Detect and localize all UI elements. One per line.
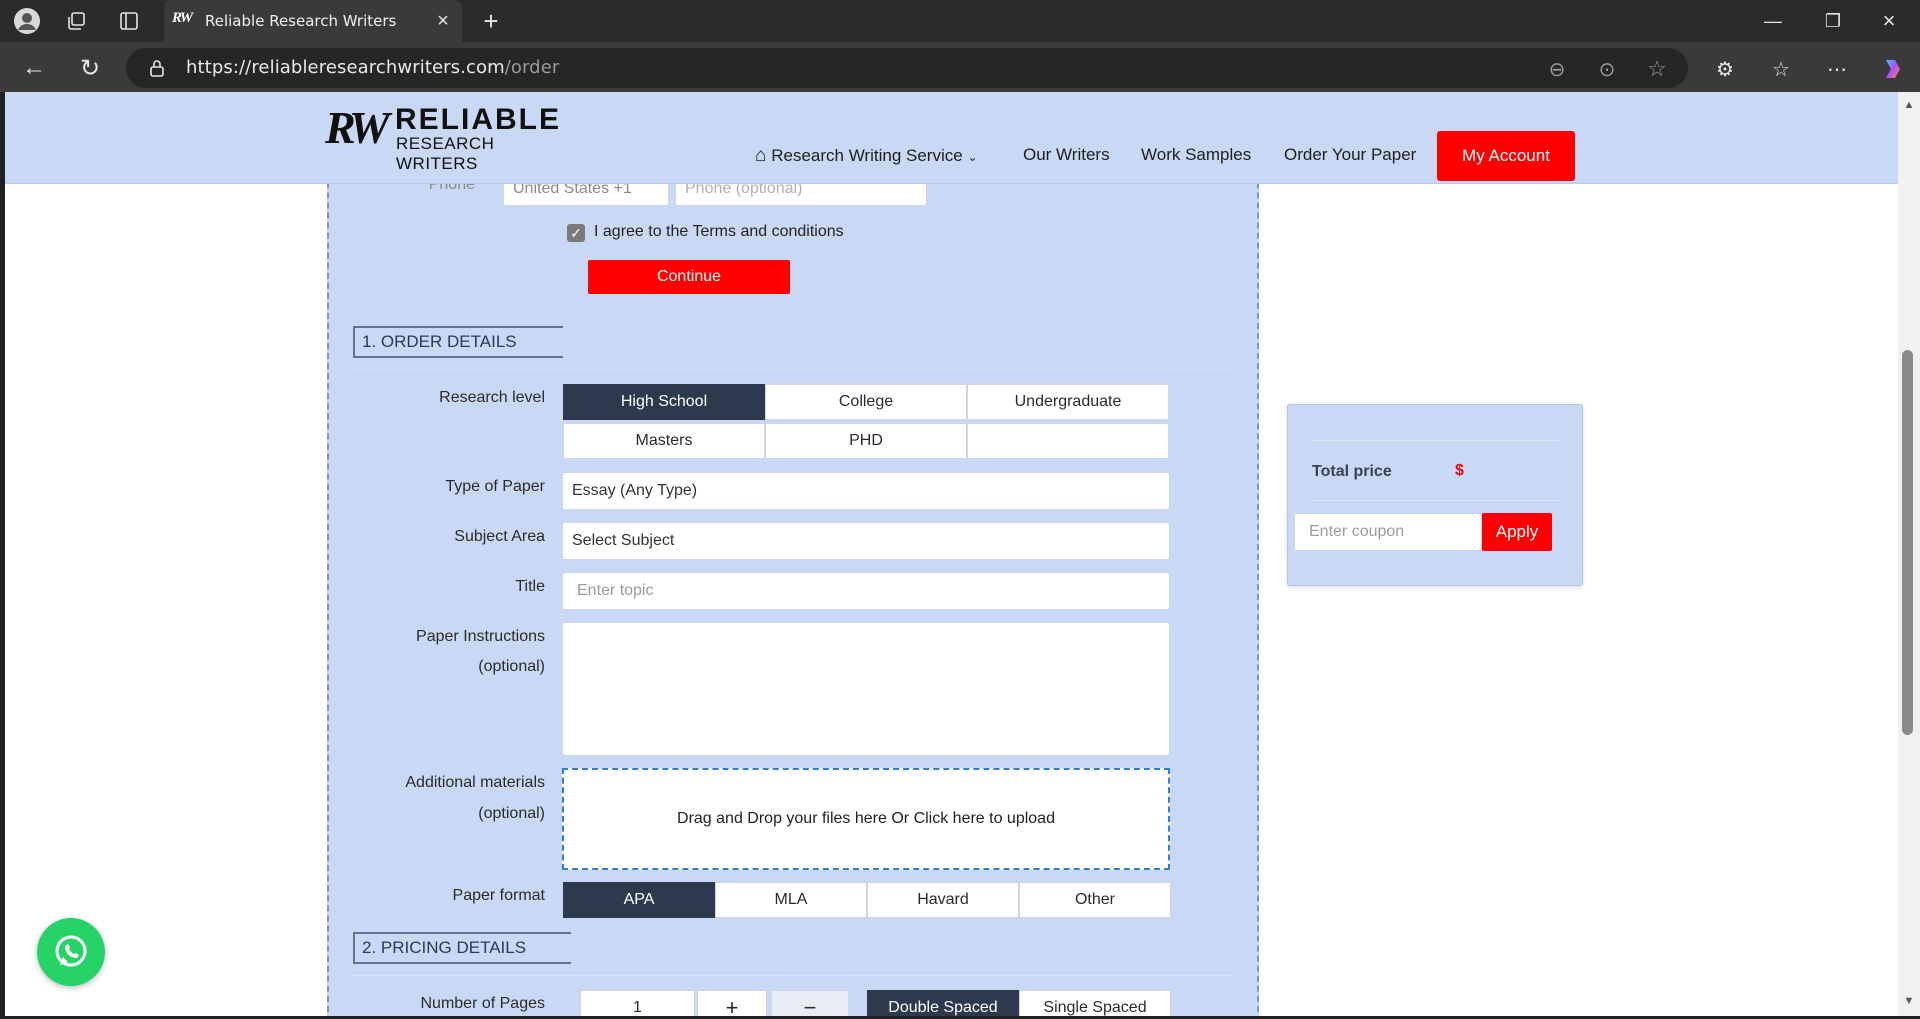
paper-instructions-textarea[interactable] <box>562 622 1170 756</box>
paper-instructions-optional: (optional) <box>478 658 545 675</box>
logo-line1: RELIABLE <box>395 103 561 136</box>
spacing-double[interactable]: Double Spaced <box>867 990 1019 1016</box>
total-price-value: $ <box>1455 462 1464 479</box>
workspaces-icon[interactable] <box>64 8 90 34</box>
my-account-button[interactable]: My Account <box>1437 131 1575 181</box>
level-empty-cell <box>967 423 1169 459</box>
logo-mark: RW <box>325 102 390 153</box>
tab-title: Reliable Research Writers <box>205 12 397 30</box>
level-masters[interactable]: Masters <box>563 423 765 459</box>
level-high-school[interactable]: High School <box>563 384 765 420</box>
paper-format-label: Paper format <box>452 887 545 904</box>
level-college[interactable]: College <box>765 384 967 420</box>
scroll-up-icon[interactable]: ▲ <box>1900 98 1918 112</box>
refresh-icon[interactable]: ↻ <box>76 54 104 82</box>
order-details-section-title: 1. ORDER DETAILS <box>353 326 563 358</box>
minimize-icon[interactable]: — <box>1750 8 1796 34</box>
reading-mode-icon[interactable]: ⊙ <box>1594 56 1620 82</box>
profile-icon[interactable] <box>12 6 42 36</box>
copilot-icon[interactable] <box>1878 54 1908 84</box>
paper-type-select[interactable]: Essay (Any Type) <box>562 472 1170 510</box>
scrollbar-thumb[interactable] <box>1902 350 1913 735</box>
section-divider <box>353 369 1233 370</box>
pages-minus-button[interactable]: − <box>771 990 849 1016</box>
pages-input[interactable]: 1 <box>580 990 695 1016</box>
additional-materials-label: Additional materials <box>405 774 545 791</box>
coupon-input[interactable]: Enter coupon <box>1294 513 1482 551</box>
favorites-icon[interactable]: ☆ <box>1768 56 1794 82</box>
extensions-icon[interactable]: ⚙ <box>1712 56 1738 82</box>
nav-order-your-paper[interactable]: Order Your Paper <box>1284 145 1416 165</box>
format-other[interactable]: Other <box>1019 882 1171 918</box>
summary-divider <box>1312 500 1560 501</box>
subject-area-select[interactable]: Select Subject <box>562 522 1170 560</box>
whatsapp-icon <box>55 935 87 967</box>
spacing-single[interactable]: Single Spaced <box>1019 990 1171 1016</box>
tab-favicon: RW <box>172 10 193 26</box>
close-tab-icon[interactable]: × <box>432 10 454 32</box>
nav-service-label: Research Writing Service <box>771 146 963 165</box>
restore-icon[interactable]: ❐ <box>1810 8 1856 34</box>
favorite-star-icon[interactable]: ☆ <box>1644 56 1670 82</box>
file-upload-dropzone[interactable]: Drag and Drop your files here Or Click h… <box>562 768 1170 870</box>
terms-checkbox[interactable]: ✓ <box>567 224 585 242</box>
paper-instructions-label: Paper Instructions <box>416 628 545 645</box>
back-icon[interactable]: ← <box>20 54 48 82</box>
continue-button[interactable]: Continue <box>588 260 790 294</box>
subject-area-label: Subject Area <box>454 528 545 545</box>
page-viewport: RW RELIABLE RESEARCH WRITERS ⌂ Research … <box>5 92 1898 1016</box>
terms-label[interactable]: I agree to the Terms and conditions <box>594 223 844 241</box>
more-menu-icon[interactable]: ⋯ <box>1824 56 1850 82</box>
nav-research-writing-service[interactable]: ⌂ Research Writing Service ⌄ <box>755 145 978 167</box>
level-phd[interactable]: PHD <box>765 423 967 459</box>
lock-icon[interactable] <box>148 58 166 78</box>
scroll-down-icon[interactable]: ▼ <box>1900 994 1918 1008</box>
vertical-tabs-icon[interactable] <box>116 8 142 34</box>
url-host: https://reliableresearchwriters.com <box>186 57 505 78</box>
title-label: Title <box>515 578 545 595</box>
price-summary-card: Total price $ Enter coupon Apply <box>1287 404 1583 586</box>
pricing-details-section-title: 2. PRICING DETAILS <box>353 932 571 964</box>
new-tab-icon[interactable]: + <box>478 6 504 36</box>
section-divider <box>353 975 1233 976</box>
format-mla[interactable]: MLA <box>715 882 867 918</box>
url-path: /order <box>504 57 560 78</box>
nav-our-writers[interactable]: Our Writers <box>1023 145 1110 165</box>
zoom-out-icon[interactable]: ⊖ <box>1544 56 1570 82</box>
logo-line2: RESEARCH WRITERS <box>396 134 495 173</box>
url-text[interactable]: https://reliableresearchwriters.com/orde… <box>186 57 559 78</box>
nav-work-samples[interactable]: Work Samples <box>1141 145 1251 165</box>
format-apa[interactable]: APA <box>563 882 715 918</box>
home-icon: ⌂ <box>755 145 767 166</box>
level-undergraduate[interactable]: Undergraduate <box>967 384 1169 420</box>
pages-plus-button[interactable]: + <box>697 990 767 1016</box>
site-logo[interactable]: RW RELIABLE RESEARCH WRITERS <box>325 102 565 174</box>
apply-coupon-button[interactable]: Apply <box>1482 513 1552 551</box>
whatsapp-chat-button[interactable] <box>37 918 105 986</box>
summary-divider <box>1312 440 1560 441</box>
title-input[interactable]: Enter topic <box>562 572 1170 610</box>
pages-label: Number of Pages <box>420 995 545 1012</box>
site-header: RW RELIABLE RESEARCH WRITERS ⌂ Research … <box>5 92 1898 184</box>
close-window-icon[interactable]: × <box>1866 8 1912 34</box>
paper-type-label: Type of Paper <box>445 478 545 495</box>
total-price-label: Total price <box>1312 463 1392 480</box>
chevron-down-icon: ⌄ <box>967 150 978 164</box>
research-level-label: Research level <box>439 389 545 406</box>
additional-materials-optional: (optional) <box>478 805 545 822</box>
format-havard[interactable]: Havard <box>867 882 1019 918</box>
